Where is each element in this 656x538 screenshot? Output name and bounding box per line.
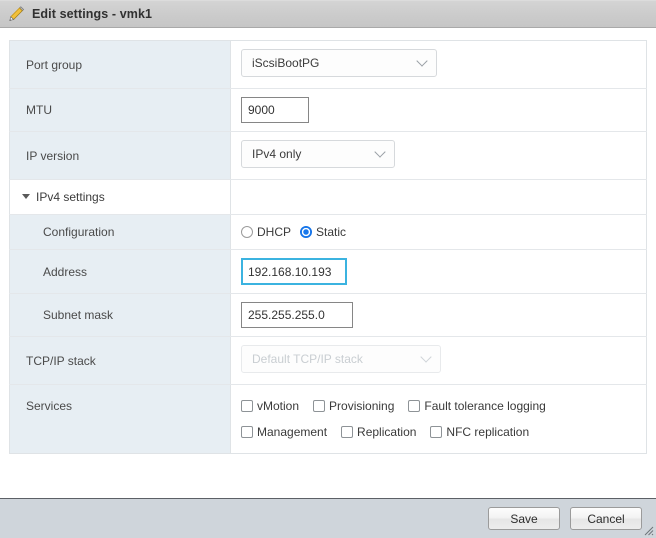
checkbox-management-label: Management — [257, 425, 328, 439]
row-configuration: Configuration DHCP Static — [9, 214, 647, 250]
services-row-1: vMotion Provisioning Fault tolerance log… — [241, 399, 646, 413]
section-ipv4-settings-label: IPv4 settings — [36, 190, 105, 204]
label-services: Services — [9, 384, 231, 454]
configuration-radio-group: DHCP Static — [241, 225, 646, 239]
mtu-input[interactable] — [241, 97, 309, 123]
cancel-button[interactable]: Cancel — [570, 507, 642, 530]
section-ipv4-settings-spacer — [230, 179, 647, 215]
services-row-2: Management Replication NFC replication — [241, 425, 646, 439]
dialog-footer: Save Cancel — [0, 498, 656, 538]
tcpip-stack-value: Default TCP/IP stack — [252, 352, 363, 366]
label-subnet-mask: Subnet mask — [9, 293, 231, 337]
row-ip-version: IP version IPv4 only — [9, 131, 647, 180]
radio-dhcp[interactable]: DHCP — [241, 225, 291, 239]
checkbox-management[interactable]: Management — [241, 425, 327, 439]
dialog-body: Port group iScsiBootPG MTU 9000 IP versi… — [0, 28, 656, 498]
checkbox-vmotion-label: vMotion — [257, 399, 300, 413]
radio-static-label: Static — [316, 225, 347, 239]
checkbox-replication[interactable]: Replication — [341, 425, 416, 439]
row-tcpip-stack: TCP/IP stack Default TCP/IP stack — [9, 336, 647, 385]
checkbox-fault-tolerance-logging-box — [408, 400, 421, 412]
ip-version-select[interactable]: IPv4 only — [241, 140, 395, 168]
checkbox-replication-box — [341, 426, 354, 438]
chevron-down-icon — [416, 55, 428, 67]
checkbox-nfc-replication-box — [430, 426, 443, 438]
radio-dhcp-label: DHCP — [257, 225, 292, 239]
edit-settings-dialog: Edit settings - vmk1 Port group iScsiBoo… — [0, 0, 656, 538]
address-input[interactable] — [241, 258, 347, 285]
section-ipv4-settings[interactable]: IPv4 settings — [9, 179, 231, 215]
row-mtu: MTU — [9, 88, 647, 132]
checkbox-vmotion-box — [241, 400, 253, 412]
port-group-select[interactable]: iScsiBootPG — [241, 49, 437, 77]
dialog-title: Edit settings - vmk1 — [32, 7, 153, 21]
pencil-icon — [9, 6, 25, 21]
radio-static-dot — [300, 226, 313, 238]
checkbox-provisioning-label: Provisioning — [329, 399, 395, 413]
checkbox-vmotion[interactable]: vMotion — [241, 399, 299, 413]
checkbox-replication-label: Replication — [357, 425, 417, 439]
label-ip-version: IP version — [9, 131, 231, 180]
row-ipv4-settings: IPv4 settings — [9, 179, 647, 215]
label-configuration: Configuration — [9, 214, 231, 250]
resize-grip-icon[interactable] — [642, 524, 654, 536]
ip-version-value: IPv4 only — [252, 147, 302, 161]
title-bar: Edit settings - vmk1 — [0, 0, 656, 28]
label-port-group: Port group — [9, 40, 231, 89]
row-subnet-mask: Subnet mask — [9, 293, 647, 337]
label-mtu: MTU — [9, 88, 231, 132]
checkbox-nfc-replication-label: NFC replication — [446, 425, 530, 439]
checkbox-provisioning[interactable]: Provisioning — [313, 399, 394, 413]
label-tcpip-stack: TCP/IP stack — [9, 336, 231, 385]
label-address: Address — [9, 249, 231, 294]
row-address: Address — [9, 249, 647, 294]
checkbox-nfc-replication[interactable]: NFC replication — [430, 425, 529, 439]
radio-dhcp-dot — [241, 226, 253, 238]
row-services: Services vMotion Provisioning Fault tole… — [9, 384, 647, 454]
settings-form: Port group iScsiBootPG MTU 9000 IP versi… — [9, 40, 647, 454]
checkbox-fault-tolerance-logging-label: Fault tolerance logging — [424, 399, 546, 413]
radio-static[interactable]: Static — [300, 225, 346, 239]
tcpip-stack-select: Default TCP/IP stack — [241, 345, 441, 373]
checkbox-provisioning-box — [313, 400, 326, 412]
checkbox-management-box — [241, 426, 253, 438]
subnet-mask-input[interactable] — [241, 302, 353, 328]
chevron-down-icon — [420, 351, 432, 363]
save-button[interactable]: Save — [488, 507, 560, 530]
chevron-down-icon — [374, 146, 386, 158]
checkbox-fault-tolerance-logging[interactable]: Fault tolerance logging — [408, 399, 546, 413]
row-port-group: Port group iScsiBootPG — [9, 40, 647, 89]
caret-down-icon[interactable] — [22, 194, 30, 200]
port-group-value: iScsiBootPG — [252, 56, 320, 70]
services-checkbox-group: vMotion Provisioning Fault tolerance log… — [241, 397, 646, 439]
